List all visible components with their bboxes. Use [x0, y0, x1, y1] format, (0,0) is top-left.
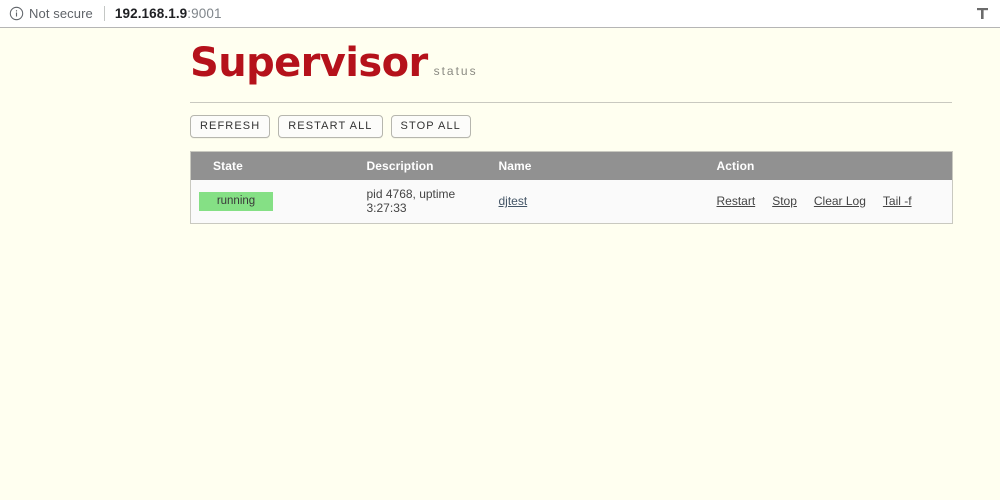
supervisor-logo: Supervisor [190, 40, 428, 86]
refresh-button[interactable]: REFRESH [190, 115, 271, 138]
stop-all-button[interactable]: STOP ALL [390, 115, 471, 138]
restart-link[interactable]: Restart [717, 194, 756, 208]
cell-state: running [190, 180, 283, 224]
browser-address-bar: Not secure 192.168.1.9:9001 [0, 0, 1000, 28]
clear-log-link[interactable]: Clear Log [814, 194, 866, 208]
cell-name: djtest [494, 180, 709, 224]
supervisor-logo-subtitle: status [433, 64, 478, 78]
content-container: Supervisor status REFRESH RESTART ALL ST… [190, 41, 953, 224]
table-header-row: State Description Name Action [190, 151, 953, 180]
cell-action: Restart Stop Clear Log Tail -f [708, 180, 953, 224]
url-host: 192.168.1.9 [114, 6, 188, 21]
page-title: Supervisor status [190, 41, 952, 89]
column-header-name: Name [494, 151, 709, 180]
cell-description: pid 4768, uptime 3:27:33 [282, 180, 495, 224]
column-header-state: State [190, 151, 283, 180]
stop-link[interactable]: Stop [772, 194, 797, 208]
tail-f-link[interactable]: Tail -f [883, 194, 912, 208]
column-header-description: Description [282, 151, 495, 180]
action-toolbar: REFRESH RESTART ALL STOP ALL [190, 115, 952, 138]
column-header-action: Action [708, 151, 953, 180]
header-divider [190, 102, 952, 103]
table-row: running pid 4768, uptime 3:27:33 djtest … [190, 180, 953, 224]
omnibox-divider [103, 6, 105, 21]
status-badge: running [199, 191, 273, 211]
table-header: State Description Name Action [190, 151, 953, 180]
omnibox[interactable]: Not secure 192.168.1.9:9001 [0, 0, 976, 28]
url-text[interactable]: 192.168.1.9:9001 [115, 6, 222, 21]
process-status-table: State Description Name Action running pi… [190, 151, 953, 224]
table-body: running pid 4768, uptime 3:27:33 djtest … [190, 180, 953, 224]
info-circle-icon[interactable] [9, 6, 24, 21]
toolbar-icon[interactable] [976, 0, 1000, 28]
security-status-label: Not secure [29, 6, 93, 21]
row-action-links: Restart Stop Clear Log Tail -f [717, 194, 953, 208]
restart-all-button[interactable]: RESTART ALL [278, 115, 383, 138]
process-name-link[interactable]: djtest [499, 194, 528, 208]
url-port: :9001 [187, 6, 222, 21]
page-body: Supervisor status REFRESH RESTART ALL ST… [0, 29, 1000, 500]
